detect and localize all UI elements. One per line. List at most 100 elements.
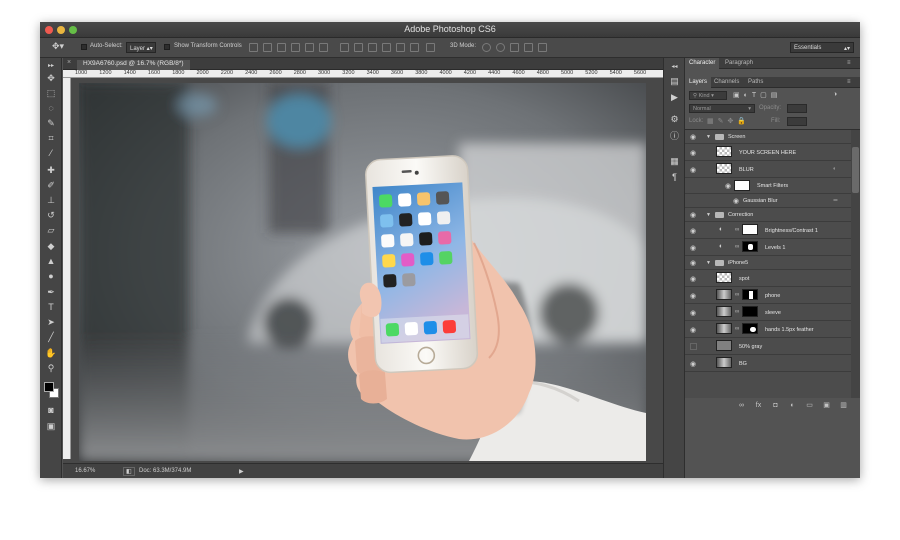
visibility-eye-icon[interactable]: ◉ [690,149,696,157]
quick-select-tool-icon[interactable]: ✎ [44,117,58,130]
visibility-eye-icon[interactable]: ◉ [690,309,696,317]
opacity-input[interactable] [787,104,807,113]
layer-row-blur[interactable]: ◉ BLUR ◐ [685,161,851,178]
layers-menu-icon[interactable]: ≡ [843,77,855,88]
actions-icon[interactable]: ▶ [669,92,680,103]
visibility-eye-icon[interactable]: ◉ [690,211,696,219]
marquee-tool-icon[interactable]: ⬚ [44,87,58,100]
distribute-top-icon[interactable] [340,43,349,52]
history-icon[interactable]: ▤ [669,76,680,87]
filter-toggle-icon[interactable]: ◑ [833,91,837,98]
visibility-eye-icon[interactable]: ◉ [725,182,731,190]
link-icon[interactable]: ∞ [735,326,739,332]
distribute-hcenter-icon[interactable] [396,43,405,52]
lock-icons[interactable]: ▦✎✥🔒 [707,117,750,125]
layer-row-sleeve[interactable]: ◉ ∞ sleeve [685,304,851,321]
distribute-right-icon[interactable] [410,43,419,52]
link-layers-icon[interactable]: ∞ [737,402,746,410]
auto-select-dropdown[interactable]: Layer ▴▾ [126,42,156,53]
collapse-panels-icon[interactable]: ◂◂ [669,62,680,73]
3d-roll-icon[interactable] [496,43,505,52]
paragraph-icon[interactable]: ¶ [669,172,680,183]
visibility-eye-icon[interactable]: ◉ [690,326,696,334]
layer-row-spot[interactable]: ◉ spot [685,270,851,287]
tab-paths[interactable]: Paths [744,77,767,88]
close-tab-icon[interactable]: × [67,59,71,66]
visibility-off-box[interactable] [690,343,697,350]
eraser-tool-icon[interactable]: ▱ [44,224,58,237]
distribute-bottom-icon[interactable] [368,43,377,52]
tab-paragraph[interactable]: Paragraph [721,58,757,69]
fill-input[interactable] [787,117,807,126]
pen-tool-icon[interactable]: ✒ [44,286,58,299]
layer-row-gaussian-blur[interactable]: ◉ Gaussian Blur ⚌ [685,194,851,208]
link-icon[interactable]: ∞ [735,244,739,250]
panel-menu-icon[interactable]: ≡ [843,58,855,69]
new-layer-icon[interactable]: ▣ [822,402,831,410]
layers-scrollbar[interactable] [851,130,860,414]
visibility-eye-icon[interactable]: ◉ [690,244,696,252]
blend-mode-dropdown[interactable]: Normal ▾ [689,104,755,113]
caret-down-icon[interactable]: ▼ [706,134,711,140]
history-brush-tool-icon[interactable]: ↺ [44,209,58,222]
link-icon[interactable]: ∞ [735,292,739,298]
dodge-tool-icon[interactable]: ● [44,270,58,283]
layer-style-icon[interactable]: fx [754,402,763,410]
align-right-icon[interactable] [319,43,328,52]
auto-align-icon[interactable] [426,43,435,52]
caret-down-icon[interactable]: ▼ [706,212,711,218]
blur-tool-icon[interactable]: ▲ [44,255,58,268]
layer-row-smart-filters[interactable]: ◉ Smart Filters [685,178,851,194]
type-tool-icon[interactable]: T [44,301,58,314]
move-tool-icon[interactable]: ✥▾ [52,41,64,52]
link-icon[interactable]: ∞ [735,309,739,315]
gradient-tool-icon[interactable]: ◆ [44,240,58,253]
tab-channels[interactable]: Channels [710,77,743,88]
layer-row-levels[interactable]: ◉ ◐ ∞ Levels 1 [685,239,851,256]
visibility-eye-icon[interactable]: ◉ [690,360,696,368]
crop-tool-icon[interactable]: ⌗ [44,132,58,145]
path-select-tool-icon[interactable]: ➤ [44,316,58,329]
align-bottom-icon[interactable] [277,43,286,52]
layers-scrollbar-thumb[interactable] [852,147,859,193]
caret-down-icon[interactable]: ▼ [706,260,711,266]
move-tool-icon[interactable]: ✥ [44,72,58,85]
align-hcenter-icon[interactable] [305,43,314,52]
visibility-eye-icon[interactable]: ◉ [690,259,696,267]
layer-row-correction[interactable]: ◉ ▼ Correction [685,208,851,222]
layer-row-brightness-contrast[interactable]: ◉ ◐ ∞ Brightness/Contrast 1 [685,222,851,239]
adjustments-icon[interactable]: ⚙ [669,114,680,125]
delete-layer-icon[interactable]: ▥ [839,402,848,410]
tools-collapse-icon[interactable]: ▸▸ [44,62,58,70]
distribute-vcenter-icon[interactable] [354,43,363,52]
layer-row-iphone5[interactable]: ◉ ▼ iPhone5 [685,256,851,270]
workspace-dropdown[interactable]: Essentials ▴▾ [790,42,854,53]
tab-character[interactable]: Character [685,58,720,69]
visibility-eye-icon[interactable]: ◉ [690,133,696,141]
visibility-eye-icon[interactable]: ◉ [690,275,696,283]
align-left-icon[interactable] [291,43,300,52]
auto-select-checkbox[interactable] [81,44,87,50]
new-adjustment-icon[interactable]: ◐ [788,402,797,410]
status-menu-icon[interactable]: ◧ [123,467,135,476]
visibility-eye-icon[interactable]: ◉ [690,292,696,300]
healing-brush-tool-icon[interactable]: ✚ [44,164,58,177]
lasso-tool-icon[interactable]: ◌ [44,102,58,115]
visibility-eye-icon[interactable]: ◉ [690,166,696,174]
brush-tool-icon[interactable]: ✐ [44,179,58,192]
zoom-tool-icon[interactable]: ⚲ [44,362,58,375]
distribute-left-icon[interactable] [382,43,391,52]
filter-options-icon[interactable]: ⚌ [833,197,838,203]
filter-kind-dropdown[interactable]: ⚲ Kind ▾ [689,91,727,100]
info-icon[interactable]: ⓘ [669,131,680,142]
filter-icons[interactable]: ▣◐T▢▤ [733,91,781,99]
quick-mask-icon[interactable]: ◙ [44,404,58,417]
visibility-eye-icon[interactable]: ◉ [733,197,739,205]
tab-layers[interactable]: Layers [685,77,712,88]
layer-row-screen[interactable]: ◉ ▼ Screen [685,130,851,144]
show-transform-checkbox[interactable] [164,44,170,50]
status-arrow-icon[interactable]: ▶ [239,468,244,475]
layer-row-your-screen-here[interactable]: ◉ YOUR SCREEN HERE [685,144,851,161]
new-group-icon[interactable]: ▭ [805,402,814,410]
3d-rotate-icon[interactable] [482,43,491,52]
